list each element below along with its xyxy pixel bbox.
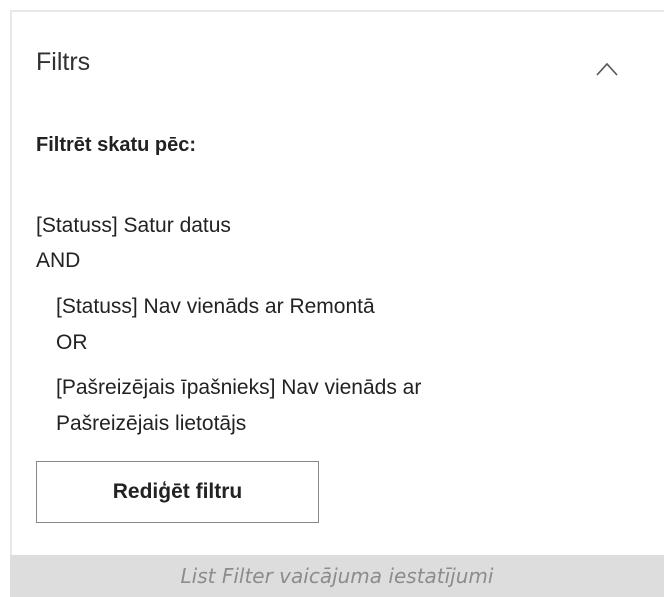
- chevron-up-icon[interactable]: [596, 62, 618, 76]
- image-caption: List Filter vaicājuma iestatījumi: [10, 555, 664, 597]
- edit-filter-button[interactable]: Rediģēt filtru: [36, 461, 319, 523]
- panel-title: Filtrs: [36, 48, 91, 76]
- filter-condition-2: [Statuss] Nav vienāds ar Remontā: [56, 295, 375, 318]
- filter-condition-1: [Statuss] Satur datus: [36, 214, 231, 237]
- filter-panel: Filtrs Filtrēt skatu pēc: [Statuss] Satu…: [10, 10, 664, 555]
- filter-condition-3-continuation: Pašreizējais lietotājs: [56, 412, 247, 435]
- filter-heading: Filtrēt skatu pēc:: [36, 134, 197, 156]
- filter-operator-and: AND: [36, 249, 81, 272]
- filter-condition-3: [Pašreizējais īpašnieks] Nav vienāds ar: [56, 376, 422, 399]
- filter-operator-or: OR: [56, 331, 88, 354]
